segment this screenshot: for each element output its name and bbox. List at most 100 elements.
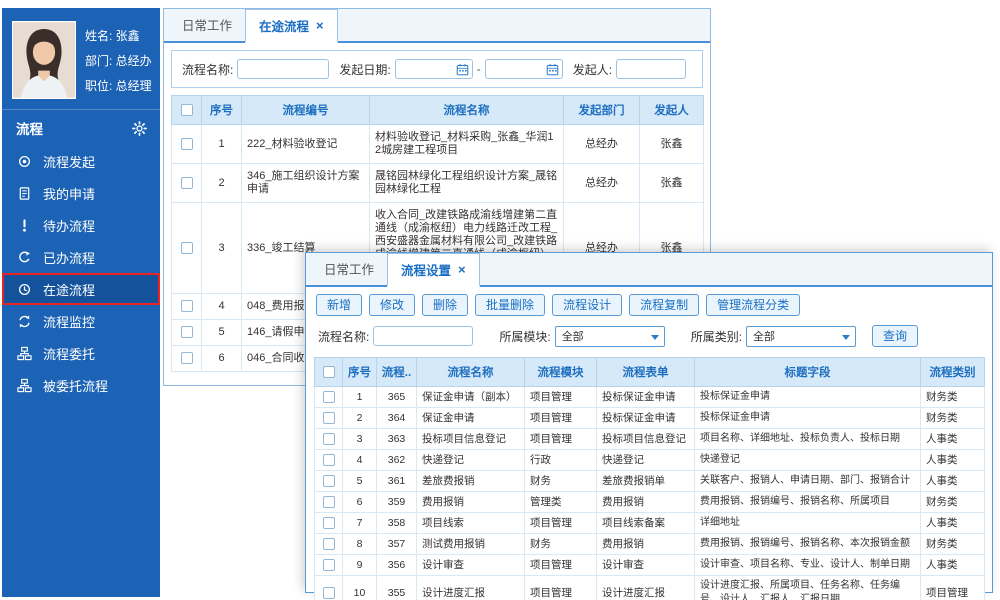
tab-process-settings[interactable]: 流程设置 × bbox=[387, 253, 480, 287]
sidebar-item-process-delegation[interactable]: 流程委托 bbox=[2, 337, 160, 369]
table-row[interactable]: 1 365 保证金申请（副本） 项目管理 投标保证金申请 投标保证金申请 财务类 bbox=[315, 387, 985, 408]
sidebar-item-process-start[interactable]: 流程发起 bbox=[2, 145, 160, 177]
sidebar-item-delegated-processes[interactable]: 被委托流程 bbox=[2, 369, 160, 401]
cell-form: 投标保证金申请 bbox=[597, 387, 695, 408]
sidebar-item-my-applications[interactable]: 我的申请 bbox=[2, 177, 160, 209]
manage-category-button[interactable]: 管理流程分类 bbox=[706, 294, 800, 316]
process-design-button[interactable]: 流程设计 bbox=[552, 294, 622, 316]
user-profile: 姓名: 张鑫 部门: 总经办 职位: 总经理 bbox=[2, 8, 160, 109]
search-button[interactable]: 查询 bbox=[872, 325, 918, 347]
table-row[interactable]: 3 363 投标项目信息登记 项目管理 投标项目信息登记 项目名称、详细地址、投… bbox=[315, 429, 985, 450]
tab-in-transit[interactable]: 在途流程 × bbox=[245, 9, 338, 43]
batch-delete-button[interactable]: 批量删除 bbox=[475, 294, 545, 316]
exclamation-icon bbox=[17, 218, 32, 233]
sidebar-item-pending-processes[interactable]: 待办流程 bbox=[2, 209, 160, 241]
cell-process-name: 投标项目信息登记 bbox=[417, 429, 525, 450]
row-checkbox[interactable] bbox=[181, 352, 193, 364]
cell-title-fields: 投标保证金申请 bbox=[695, 387, 921, 408]
row-checkbox[interactable] bbox=[181, 242, 193, 254]
sidebar-item-process-monitor[interactable]: 流程监控 bbox=[2, 305, 160, 337]
user-info: 姓名: 张鑫 部门: 总经办 职位: 总经理 bbox=[85, 21, 152, 99]
cell-form: 费用报销 bbox=[597, 492, 695, 513]
redo-icon bbox=[17, 250, 32, 265]
row-checkbox[interactable] bbox=[323, 587, 335, 599]
cell-title-fields: 详细地址 bbox=[695, 513, 921, 534]
delete-button[interactable]: 删除 bbox=[422, 294, 468, 316]
process-name-input[interactable] bbox=[373, 326, 473, 346]
col-header-no: 序号 bbox=[343, 358, 377, 387]
win1-tabbar: 日常工作 在途流程 × bbox=[164, 9, 710, 43]
initiator-input[interactable] bbox=[616, 59, 686, 79]
win2-tabbar: 日常工作 流程设置 × bbox=[306, 253, 992, 287]
start-date-to bbox=[485, 59, 563, 79]
cell-category: 财务类 bbox=[921, 387, 985, 408]
cell-no: 1 bbox=[343, 387, 377, 408]
calendar-icon[interactable] bbox=[546, 63, 559, 76]
cell-user: 张鑫 bbox=[640, 125, 704, 164]
table-row[interactable]: 8 357 测试费用报销 财务 费用报销 费用报销、报销编号、报销名称、本次报销… bbox=[315, 534, 985, 555]
process-copy-button[interactable]: 流程复制 bbox=[629, 294, 699, 316]
initiator-label: 发起人: bbox=[573, 61, 612, 78]
col-header-module: 流程模块 bbox=[525, 358, 597, 387]
sidebar-section-header: 流程 bbox=[2, 109, 160, 145]
calendar-icon[interactable] bbox=[456, 63, 469, 76]
category-label: 所属类别: bbox=[691, 328, 742, 345]
table-row[interactable]: 5 361 差旅费报销 财务 差旅费报销单 关联客户、报销人、申请日期、部门、报… bbox=[315, 471, 985, 492]
cell-process-id: 358 bbox=[377, 513, 417, 534]
cell-no: 7 bbox=[343, 513, 377, 534]
row-checkbox[interactable] bbox=[181, 326, 193, 338]
cell-category: 人事类 bbox=[921, 471, 985, 492]
table-row[interactable]: 1 222_材料验收登记 材料验收登记_材料采购_张鑫_华润12城房建工程项目 … bbox=[172, 125, 704, 164]
tab-close-icon[interactable]: × bbox=[316, 21, 324, 31]
table-row[interactable]: 6 359 费用报销 管理类 费用报销 费用报销、报销编号、报销名称、所属项目 … bbox=[315, 492, 985, 513]
row-checkbox[interactable] bbox=[181, 300, 193, 312]
add-button[interactable]: 新增 bbox=[316, 294, 362, 316]
row-checkbox[interactable] bbox=[323, 517, 335, 529]
module-select[interactable]: 全部 bbox=[555, 326, 665, 347]
cell-module: 财务 bbox=[525, 471, 597, 492]
select-all-checkbox[interactable] bbox=[181, 104, 193, 116]
sidebar-item-done-processes[interactable]: 已办流程 bbox=[2, 241, 160, 273]
table-row[interactable]: 4 362 快递登记 行政 快递登记 快递登记 人事类 bbox=[315, 450, 985, 471]
row-checkbox[interactable] bbox=[323, 475, 335, 487]
cell-title-fields: 设计审查、项目名称、专业、设计人、制单日期 bbox=[695, 555, 921, 576]
edit-button[interactable]: 修改 bbox=[369, 294, 415, 316]
cell-category: 项目管理 bbox=[921, 576, 985, 600]
cell-process-name: 设计审查 bbox=[417, 555, 525, 576]
row-checkbox[interactable] bbox=[181, 138, 193, 150]
tab-daily-work[interactable]: 日常工作 bbox=[169, 9, 245, 41]
table-row[interactable]: 2 364 保证金申请 项目管理 投标保证金申请 投标保证金申请 财务类 bbox=[315, 408, 985, 429]
row-checkbox[interactable] bbox=[323, 454, 335, 466]
gear-icon[interactable] bbox=[132, 121, 147, 136]
row-checkbox[interactable] bbox=[323, 559, 335, 571]
table-row[interactable]: 10 355 设计进度汇报 项目管理 设计进度汇报 设计进度汇报、所属项目、任务… bbox=[315, 576, 985, 600]
cell-process-name: 保证金申请（副本） bbox=[417, 387, 525, 408]
table-row[interactable]: 9 356 设计审查 项目管理 设计审查 设计审查、项目名称、专业、设计人、制单… bbox=[315, 555, 985, 576]
row-checkbox[interactable] bbox=[323, 391, 335, 403]
row-checkbox[interactable] bbox=[323, 496, 335, 508]
sidebar-item-in-transit-processes[interactable]: 在途流程 bbox=[2, 273, 160, 305]
row-checkbox[interactable] bbox=[323, 538, 335, 550]
sidebar: 姓名: 张鑫 部门: 总经办 职位: 总经理 流程 流程发起 bbox=[2, 8, 160, 597]
col-header-name: 流程名称 bbox=[370, 96, 564, 125]
cell-process-name: 测试费用报销 bbox=[417, 534, 525, 555]
category-select[interactable]: 全部 bbox=[746, 326, 856, 347]
process-name-input[interactable] bbox=[237, 59, 329, 79]
cell-no: 6 bbox=[343, 492, 377, 513]
row-checkbox[interactable] bbox=[323, 433, 335, 445]
cell-process-code: 346_施工组织设计方案申请 bbox=[242, 164, 370, 203]
cell-process-name: 快递登记 bbox=[417, 450, 525, 471]
avatar bbox=[12, 21, 76, 99]
process-settings-window: 日常工作 流程设置 × 新增 修改 删除 批量删除 流程设计 流程复制 管理流程… bbox=[305, 252, 993, 593]
row-checkbox[interactable] bbox=[181, 177, 193, 189]
table-row[interactable]: 2 346_施工组织设计方案申请 晟铭园林绿化工程组织设计方案_晟铭园林绿化工程… bbox=[172, 164, 704, 203]
select-all-checkbox[interactable] bbox=[323, 366, 335, 378]
cell-module: 项目管理 bbox=[525, 576, 597, 600]
cell-no: 3 bbox=[202, 203, 242, 294]
tab-daily-work[interactable]: 日常工作 bbox=[311, 253, 387, 285]
tab-close-icon[interactable]: × bbox=[458, 265, 466, 275]
sidebar-item-label: 流程监控 bbox=[43, 312, 95, 331]
row-checkbox[interactable] bbox=[323, 412, 335, 424]
sidebar-item-label: 流程发起 bbox=[43, 152, 95, 171]
table-row[interactable]: 7 358 项目线索 项目管理 项目线索备案 详细地址 人事类 bbox=[315, 513, 985, 534]
